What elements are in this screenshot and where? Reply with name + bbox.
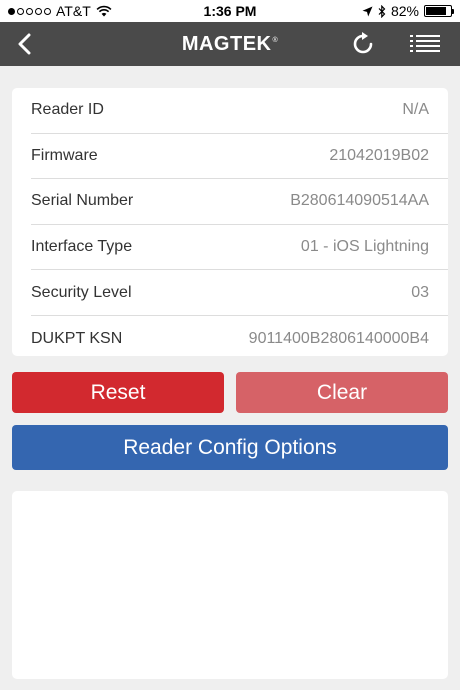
- info-row-interface-type: Interface Type 01 - iOS Lightning: [31, 225, 448, 271]
- location-arrow-icon: [362, 6, 373, 16]
- reader-info-card: Reader ID N/A Firmware 21042019B02 Seria…: [12, 88, 448, 356]
- info-row-reader-id: Reader ID N/A: [31, 88, 448, 134]
- info-value: 01 - iOS Lightning: [300, 238, 429, 256]
- info-value: 03: [411, 283, 429, 301]
- reset-button[interactable]: Reset: [12, 372, 224, 413]
- info-value: 9011400B2806140000B4: [248, 329, 429, 347]
- list-menu-icon: [410, 35, 440, 52]
- info-label: Firmware: [31, 146, 98, 164]
- info-row-security-level: Security Level 03: [31, 270, 448, 316]
- battery-icon: [424, 5, 454, 17]
- info-row-dukpt-ksn: DUKPT KSN 9011400B2806140000B4: [31, 316, 448, 356]
- chevron-left-icon: [18, 33, 31, 55]
- wifi-icon: [96, 5, 112, 17]
- info-value: N/A: [402, 101, 429, 119]
- nav-bar: MAGTEK®: [0, 22, 460, 66]
- magtek-logo: MAGTEK®: [182, 33, 278, 56]
- info-value: 21042019B02: [329, 146, 429, 164]
- carrier-name: AT&T: [56, 3, 91, 19]
- bluetooth-icon: [378, 4, 386, 18]
- signal-strength-icon: [8, 7, 51, 15]
- info-label: DUKPT KSN: [31, 329, 123, 347]
- info-row-serial-number: Serial Number B280614090514AA: [31, 179, 448, 225]
- reader-config-options-button[interactable]: Reader Config Options: [12, 425, 448, 470]
- refresh-button[interactable]: [345, 26, 381, 62]
- info-value: B280614090514AA: [290, 192, 429, 210]
- battery-fill: [426, 7, 446, 15]
- status-bar: AT&T 1:36 PM 82%: [0, 0, 460, 22]
- menu-button[interactable]: [404, 26, 446, 62]
- logo-registered-mark: ®: [272, 36, 279, 44]
- status-left: AT&T: [8, 3, 112, 19]
- back-button[interactable]: [6, 26, 42, 62]
- refresh-icon: [353, 32, 373, 54]
- info-label: Serial Number: [31, 192, 134, 210]
- info-label: Security Level: [31, 283, 132, 301]
- output-text-area[interactable]: [12, 491, 448, 679]
- info-row-firmware: Firmware 21042019B02: [31, 134, 448, 180]
- status-right: 82%: [362, 3, 454, 19]
- battery-percent: 82%: [390, 3, 419, 19]
- logo-text: MAGTEK: [181, 32, 272, 55]
- info-label: Interface Type: [31, 238, 133, 256]
- info-label: Reader ID: [31, 101, 104, 119]
- clear-button[interactable]: Clear: [236, 372, 448, 413]
